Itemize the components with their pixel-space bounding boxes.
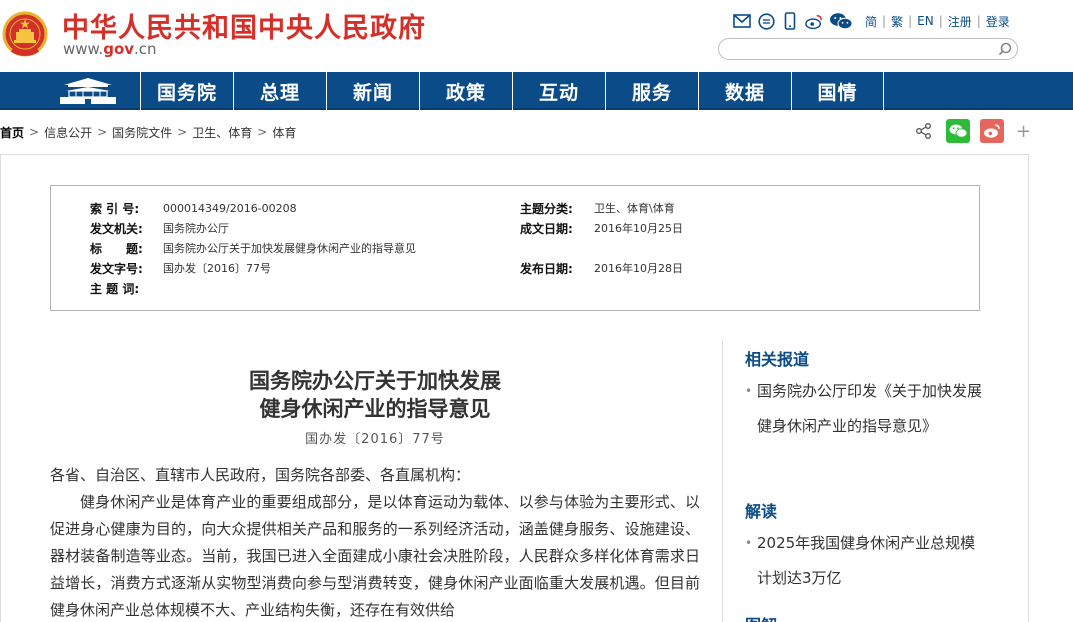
divider: | [938, 14, 943, 28]
column-divider [722, 340, 723, 622]
top-links: 简 | 繁 | EN | 注册 | 登录 [733, 11, 1010, 31]
more-share-icon[interactable]: + [1016, 121, 1031, 142]
breadcrumb-link[interactable]: 国务院文件 [112, 124, 172, 141]
meta-label: 主题分类: [520, 201, 573, 216]
article-paragraph: 健身休闲产业是体育产业的重要组成部分，是以体育运动为载体、以参与体验为主要形式、… [50, 493, 700, 619]
nav-item-data[interactable]: 数据 [698, 72, 791, 110]
chat-bubble-icon[interactable] [757, 12, 775, 30]
meta-label: 发布日期: [520, 261, 573, 276]
register-link[interactable]: 注册 [948, 13, 972, 30]
nav-item-state-council[interactable]: 国务院 [140, 72, 233, 110]
nav-item-national-info[interactable]: 国情 [791, 72, 884, 110]
lang-en-link[interactable]: EN [917, 14, 934, 28]
nav-item-interaction[interactable]: 互动 [512, 72, 605, 110]
related-reports-list: 国务院办公厅印发《关于加快发展健身休闲产业的指导意见》 [745, 374, 985, 444]
breadcrumb: 首页 > 信息公开 > 国务院文件 > 卫生、体育 > 体育 [0, 123, 296, 141]
chevron-right-icon: > [29, 125, 40, 139]
meta-label: 发文机关: [90, 221, 143, 236]
nav-item-service[interactable]: 服务 [605, 72, 698, 110]
related-reports-heading[interactable]: 相关报道 [745, 346, 809, 370]
main-nav: 国务院 总理 新闻 政策 互动 服务 数据 国情 [0, 72, 1073, 110]
nav-item-premier[interactable]: 总理 [233, 72, 326, 110]
document-metadata: 索 引 号: 000014349/2016-00208 主题分类: 卫生、体育\… [50, 185, 980, 311]
breadcrumb-home-link[interactable]: 首页 [0, 124, 24, 141]
search-icon[interactable] [997, 41, 1013, 57]
nav-item-news[interactable]: 新闻 [326, 72, 419, 110]
article-title: 国务院办公厅关于加快发展 健身休闲产业的指导意见 [50, 367, 700, 423]
meta-topic-value: 卫生、体育\体育 [594, 202, 675, 215]
meta-date-made-value: 2016年10月25日 [594, 222, 683, 235]
domain-main: gov [103, 40, 135, 58]
meta-row: 标 题: 国务院办公厅关于加快发展健身休闲产业的指导意见 [51, 240, 981, 256]
interpretation-link[interactable]: 2025年我国健身休闲产业总规模计划达3万亿 [745, 526, 985, 596]
meta-index-value: 000014349/2016-00208 [163, 201, 297, 215]
chevron-right-icon: > [97, 125, 108, 139]
article-body: 各省、自治区、直辖市人民政府，国务院各部委、各直属机构： 健身休闲产业是体育产业… [50, 462, 700, 622]
meta-title-value: 国务院办公厅关于加快发展健身休闲产业的指导意见 [163, 242, 416, 255]
site-header: 中华人民共和国中央人民政府 www.gov.cn 简 | 繁 | EN | 注册… [0, 0, 1073, 72]
weibo-share-icon[interactable] [980, 119, 1004, 143]
lang-simplified-link[interactable]: 简 [865, 13, 877, 30]
meta-row: 发文机关: 国务院办公厅 成文日期: 2016年10月25日 [51, 220, 981, 236]
article-title-line: 国务院办公厅关于加快发展 [249, 368, 501, 393]
lang-traditional-link[interactable]: 繁 [891, 13, 903, 30]
login-link[interactable]: 登录 [986, 13, 1010, 30]
meta-label: 索 引 号: [90, 201, 140, 216]
breadcrumb-link[interactable]: 信息公开 [44, 124, 92, 141]
share-bar: + [912, 118, 1031, 144]
wechat-icon[interactable] [829, 12, 853, 30]
chevron-right-icon: > [257, 125, 268, 139]
chevron-right-icon: > [177, 125, 188, 139]
meta-label: 标 题: [90, 241, 143, 256]
language-links: 简 | 繁 | EN | 注册 | 登录 [865, 13, 1010, 30]
meta-pub-date-value: 2016年10月28日 [594, 262, 683, 275]
divider: | [882, 14, 887, 28]
article-title-line: 健身休闲产业的指导意见 [259, 396, 491, 421]
search-input[interactable] [729, 41, 989, 57]
meta-row: 主 题 词: [51, 280, 981, 296]
divider: | [976, 14, 981, 28]
breadcrumb-link[interactable]: 体育 [272, 124, 296, 141]
domain-prefix: www. [63, 40, 104, 58]
interpretation-list: 2025年我国健身休闲产业总规模计划达3万亿 [745, 526, 985, 596]
meta-row: 索 引 号: 000014349/2016-00208 主题分类: 卫生、体育\… [51, 200, 981, 216]
search-box [718, 38, 1018, 60]
site-domain: www.gov.cn [63, 40, 157, 58]
meta-row: 发文字号: 国办发〔2016〕77号 发布日期: 2016年10月28日 [51, 260, 981, 276]
meta-label: 成文日期: [520, 221, 573, 236]
related-report-link[interactable]: 国务院办公厅印发《关于加快发展健身休闲产业的指导意见》 [745, 374, 985, 444]
infographic-heading[interactable]: 图解 [745, 612, 777, 622]
interpretation-heading[interactable]: 解读 [745, 498, 777, 522]
weibo-icon[interactable] [805, 12, 823, 30]
meta-issuer-value: 国务院办公厅 [163, 222, 229, 235]
wechat-share-icon[interactable] [946, 119, 970, 143]
article-doc-number: 国办发〔2016〕77号 [305, 432, 445, 447]
domain-suffix: .cn [134, 40, 157, 58]
meta-label: 主 题 词: [90, 281, 140, 296]
share-icon[interactable] [912, 119, 936, 143]
meta-doc-no-value: 国办发〔2016〕77号 [163, 262, 271, 275]
mail-icon[interactable] [733, 12, 751, 30]
divider: | [908, 14, 913, 28]
nav-item-policy[interactable]: 政策 [419, 72, 512, 110]
meta-label: 发文字号: [90, 261, 143, 276]
nav-items: 国务院 总理 新闻 政策 互动 服务 数据 国情 [140, 72, 884, 110]
mobile-icon[interactable] [781, 12, 799, 30]
nav-home-tiananmen-icon[interactable] [56, 75, 120, 107]
article-salutation: 各省、自治区、直辖市人民政府，国务院各部委、各直属机构： [50, 466, 471, 484]
breadcrumb-link[interactable]: 卫生、体育 [192, 124, 252, 141]
national-emblem-icon[interactable] [2, 10, 48, 60]
